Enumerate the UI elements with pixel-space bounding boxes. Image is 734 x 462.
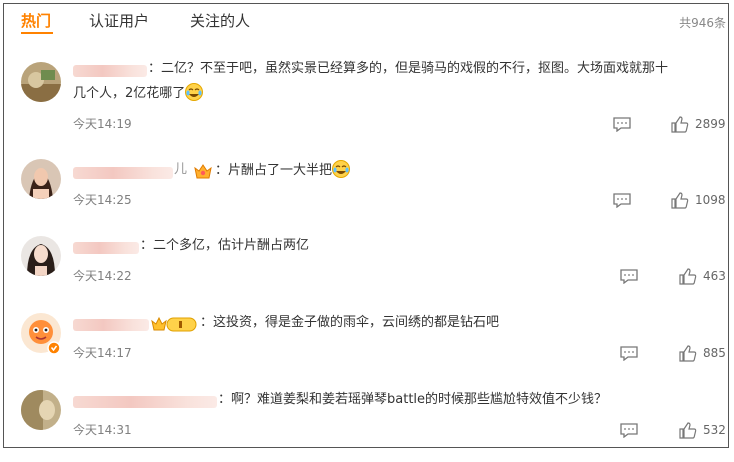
reply-icon[interactable] [620,423,638,439]
tab-following[interactable]: 关注的人 [190,10,250,31]
thumbs-up-icon [679,268,697,285]
thumbs-up-icon [671,116,689,133]
avatar[interactable] [21,313,61,355]
avatar[interactable] [21,159,61,199]
reply-icon[interactable] [620,269,638,285]
vip-level-badge-icon [151,315,197,337]
comment-text: ：啊？难道姜梨和姜若瑶弹琴battle的时候那些尴尬特效值不少钱？ [218,392,608,407]
comment-item: ：这投资，得是金子做的雨伞，云间绣的都是钻石吧 今天14:17 885 [4,310,728,386]
comment-time: 今天14:25 [73,193,132,207]
reply-icon[interactable] [620,346,638,362]
crown-badge-icon [194,163,212,183]
like-count: 463 [703,269,726,283]
comment-tabs: 热门 认证用户 关注的人 共946条 [4,4,728,36]
comment-item: 儿 ：片酬占了一大半把 今天14:25 1098 [4,156,728,232]
comment-time: 今天14:17 [73,346,132,360]
username-blurred[interactable] [73,167,173,179]
avatar[interactable] [21,390,61,430]
comment-total: 共946条 [679,16,726,30]
thumbs-up-icon [679,345,697,362]
like-count: 1098 [695,193,726,207]
like-count: 532 [703,423,726,437]
comment-text-continued: 几个人，2亿花哪了 [73,83,204,105]
comment-item: ：二个多亿，估计片酬占两亿 今天14:22 463 [4,233,728,309]
comment-item: ：二亿？不至于吧，虽然实景已经算多的，但是骑马的戏假的不行，抠图。大场面戏就那十… [4,56,728,133]
comment-time: 今天14:22 [73,269,132,283]
username-blurred[interactable] [73,319,149,331]
username-blurred[interactable] [73,396,217,408]
like-count: 2899 [695,117,726,131]
comment-time: 今天14:19 [73,117,132,131]
username-blurred[interactable] [73,242,139,254]
comment-time: 今天14:31 [73,423,132,437]
comment-text: ：二亿？不至于吧，虽然实景已经算多的，但是骑马的戏假的不行，抠图。大场面戏就那十 [148,61,669,76]
laugh-cry-emoji-icon [332,160,351,178]
avatar[interactable] [21,236,61,276]
thumbs-up-icon [671,192,689,209]
like-count: 885 [703,346,726,360]
avatar[interactable] [21,62,61,102]
username-tail[interactable]: 儿 [174,159,187,181]
reply-icon[interactable] [613,117,631,133]
username-blurred[interactable] [73,65,147,77]
comment-text: ：片酬占了一大半把 [215,160,351,182]
comment-text: ：这投资，得是金子做的雨伞，云间绣的都是钻石吧 [200,315,500,330]
active-tab-indicator [21,32,53,34]
thumbs-up-icon [679,422,697,439]
tab-hot[interactable]: 热门 [21,10,51,31]
laugh-cry-emoji-icon [185,83,204,101]
comment-panel: 热门 认证用户 关注的人 共946条 ：二亿？不至于吧，虽然实景已经算多的，但是… [3,3,729,448]
reply-icon[interactable] [613,193,631,209]
comment-item: ：啊？难道姜梨和姜若瑶弹琴battle的时候那些尴尬特效值不少钱？ 今天14:3… [4,386,728,462]
tab-verified-users[interactable]: 认证用户 [89,10,149,31]
comment-text: ：二个多亿，估计片酬占两亿 [140,238,310,253]
